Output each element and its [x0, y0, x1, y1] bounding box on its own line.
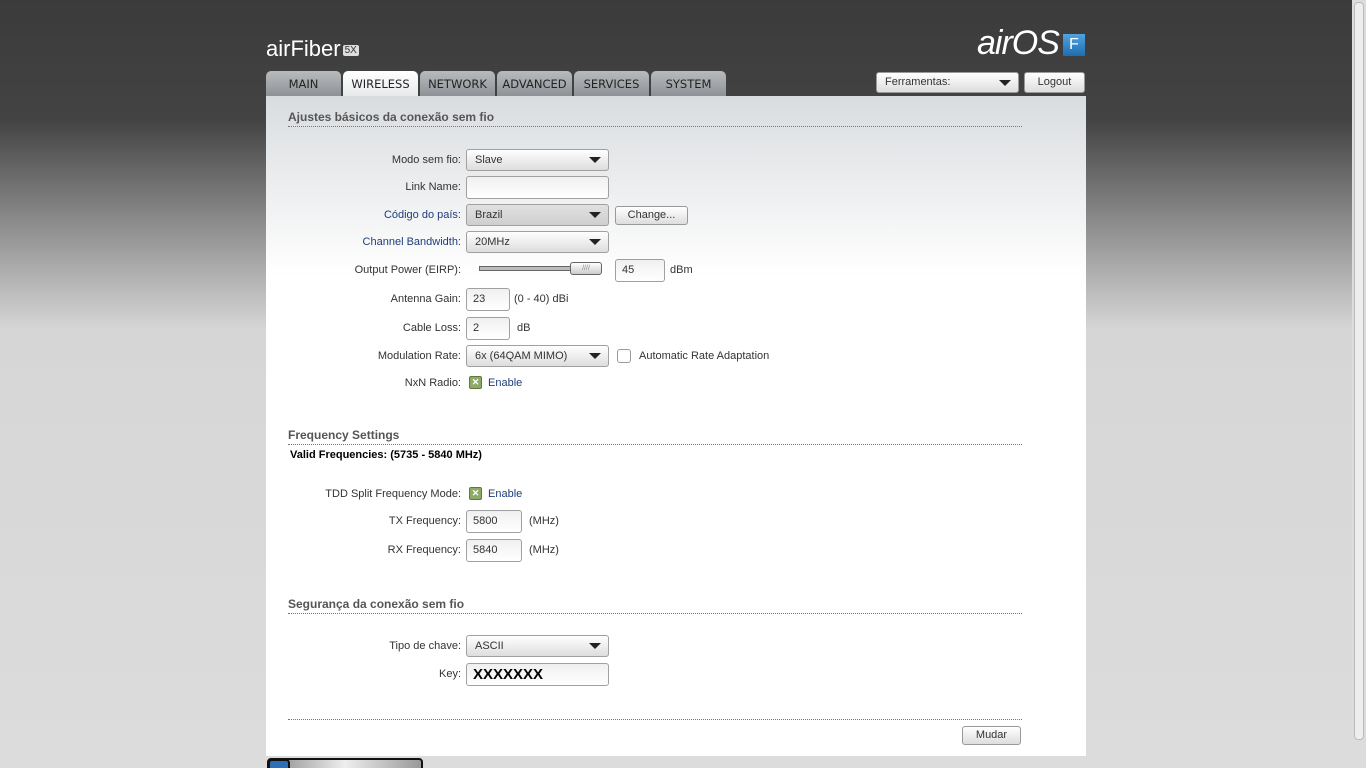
key-label: Key: [438, 668, 461, 680]
tdd-enable-label: Enable [488, 488, 523, 500]
output-power-input[interactable]: 45 [615, 259, 665, 282]
chevron-down-icon [589, 643, 601, 649]
shield-icon [268, 759, 290, 768]
airos-logo: airOS F [977, 24, 1085, 63]
section-basic-title: Ajustes básicos da conexão sem fio [288, 110, 1022, 127]
tdd-checkbox[interactable]: ✕ [469, 487, 482, 500]
auto-rate-checkbox[interactable] [617, 349, 631, 363]
country-label: Código do país: [383, 209, 461, 221]
tab-network[interactable]: NETWORK [420, 71, 495, 96]
gain-unit: (0 - 40) dBi [514, 293, 569, 305]
loss-unit: dB [517, 322, 531, 334]
wireless-mode-select[interactable]: Slave [466, 149, 609, 171]
link-name-label: Link Name: [405, 181, 461, 193]
key-type-label: Tipo de chave: [389, 640, 461, 652]
mode-label: Modo sem fio: [391, 154, 461, 166]
section-frequency-title: Frequency Settings [288, 428, 1022, 445]
main-tabs: MAIN WIRELESS NETWORK ADVANCED SERVICES … [266, 71, 726, 97]
link-name-input[interactable] [466, 176, 609, 199]
power-unit: dBm [670, 264, 693, 276]
nxn-enable-label: Enable [488, 377, 523, 389]
tab-wireless[interactable]: WIRELESS [343, 71, 418, 97]
nxn-checkbox[interactable]: ✕ [469, 376, 482, 389]
channel-bandwidth-select[interactable]: 20MHz [466, 231, 609, 253]
chevron-down-icon [589, 239, 601, 245]
scrollbar-thumb[interactable] [1354, 2, 1364, 740]
tx-frequency-input[interactable]: 5800 [466, 510, 522, 533]
rx-frequency-input[interactable]: 5840 [466, 539, 522, 562]
tools-dropdown[interactable]: Ferramentas: [876, 72, 1019, 93]
airfiber-logo: airFiber 5X [266, 36, 359, 61]
chevron-down-icon [589, 353, 601, 359]
antenna-gain-label: Antenna Gain: [390, 293, 461, 305]
scrollbar[interactable] [1352, 0, 1366, 768]
tdd-label: TDD Split Frequency Mode: [325, 488, 461, 500]
section-security-title: Segurança da conexão sem fio [288, 597, 1022, 614]
nxn-label: NxN Radio: [404, 377, 461, 389]
chevron-down-icon [589, 212, 601, 218]
tab-system[interactable]: SYSTEM [651, 71, 726, 96]
slider-handle[interactable]: //// [570, 262, 602, 275]
output-power-label: Output Power (EIRP): [354, 264, 461, 276]
tx-frequency-label: TX Frequency: [388, 515, 461, 527]
antenna-gain-input[interactable]: 23 [466, 288, 510, 311]
logout-button[interactable]: Logout [1024, 72, 1085, 93]
auto-rate-label: Automatic Rate Adaptation [639, 350, 770, 362]
rx-frequency-label: RX Frequency: [387, 544, 461, 556]
country-select[interactable]: Brazil [466, 204, 609, 226]
rx-unit: (MHz) [529, 544, 559, 556]
cable-loss-input[interactable]: 2 [466, 317, 510, 340]
footer-logo [267, 758, 423, 768]
modulation-label: Modulation Rate: [377, 350, 461, 362]
chevron-down-icon [999, 80, 1011, 86]
chevron-down-icon [589, 157, 601, 163]
change-country-button[interactable]: Change... [615, 206, 688, 225]
key-type-select[interactable]: ASCII [466, 635, 609, 657]
modulation-rate-select[interactable]: 6x (64QAM MIMO) [466, 345, 609, 367]
tab-main[interactable]: MAIN [266, 71, 341, 96]
key-input[interactable]: XXXXXXX [466, 663, 609, 686]
wireless-panel: Ajustes básicos da conexão sem fio Modo … [266, 96, 1086, 756]
valid-frequencies: Valid Frequencies: (5735 - 5840 MHz) [290, 449, 482, 461]
apply-button[interactable]: Mudar [962, 726, 1021, 745]
tab-services[interactable]: SERVICES [574, 71, 649, 96]
tab-advanced[interactable]: ADVANCED [497, 71, 572, 96]
cable-loss-label: Cable Loss: [402, 322, 461, 334]
tx-unit: (MHz) [529, 515, 559, 527]
bandwidth-label: Channel Bandwidth: [362, 236, 461, 248]
divider [288, 719, 1022, 720]
